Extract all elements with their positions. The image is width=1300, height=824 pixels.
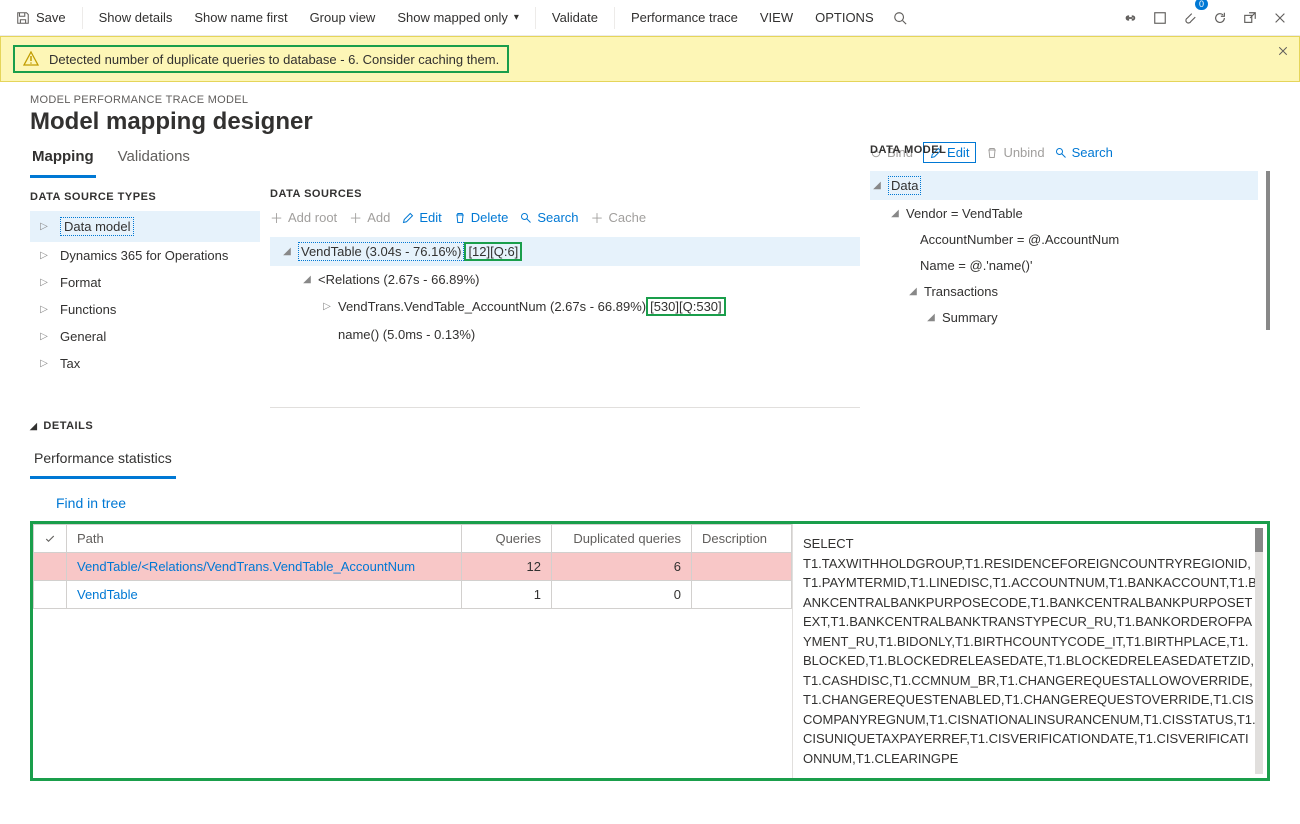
check-column[interactable] [34, 525, 67, 553]
ds-types-list: ▷Data model ▷Dynamics 365 for Operations… [30, 211, 260, 377]
dm-node-vendor[interactable]: ◢Vendor = VendTable [870, 200, 1258, 226]
col-path[interactable]: Path [67, 525, 462, 553]
ds-type-functions[interactable]: ▷Functions [30, 296, 260, 323]
badge-count: 0 [1195, 0, 1208, 10]
dm-tree: ◢Data ◢Vendor = VendTable AccountNumber … [870, 171, 1270, 330]
show-mapped-only-button[interactable]: Show mapped only▾ [387, 2, 529, 34]
page-title: Model mapping designer [30, 108, 1270, 136]
tree-node-vendtable[interactable]: ◢ VendTable (3.04s - 76.16%)[12][Q:6] [270, 237, 860, 266]
attachments-icon[interactable]: 0 [1176, 2, 1204, 34]
edit-button[interactable]: Edit [402, 210, 441, 225]
tab-validations[interactable]: Validations [116, 144, 192, 178]
group-view-button[interactable]: Group view [300, 2, 386, 34]
ds-type-data-model[interactable]: ▷Data model [30, 211, 260, 242]
collapse-icon[interactable]: ◢ [280, 246, 294, 257]
ds-search-button[interactable]: Search [520, 210, 578, 225]
col-dup[interactable]: Duplicated queries [552, 525, 692, 553]
row-path-link[interactable]: VendTable [77, 587, 138, 602]
popout-icon[interactable] [1236, 2, 1264, 34]
warning-bar: Detected number of duplicate queries to … [0, 36, 1300, 82]
show-details-button[interactable]: Show details [89, 2, 183, 34]
tree-node-name[interactable]: name() (5.0ms - 0.13%) [270, 321, 860, 347]
add-root-button[interactable]: ＋Add root [270, 208, 337, 227]
sql-text: SELECT T1.TAXWITHHOLDGROUP,T1.RESIDENCEF… [803, 534, 1257, 768]
expand-icon[interactable]: ▷ [320, 301, 334, 312]
dm-label: DATA MODEL [870, 144, 1270, 156]
search-icon[interactable] [886, 2, 914, 34]
performance-trace-button[interactable]: Performance trace [621, 2, 748, 34]
dm-node-summary[interactable]: ◢Summary [870, 304, 1258, 330]
ds-toolbar: ＋Add root ＋Add Edit Delete Search ＋Cache [270, 208, 860, 227]
search-icon [520, 212, 532, 224]
perf-table-block: Path Queries Duplicated queries Descript… [30, 521, 1270, 781]
add-button[interactable]: ＋Add [349, 208, 390, 227]
ds-types-label: DATA SOURCE TYPES [30, 191, 260, 203]
details-header[interactable]: ◢ DETAILS [30, 420, 1270, 432]
collapse-icon[interactable]: ◢ [300, 274, 314, 285]
link-icon[interactable] [1116, 2, 1144, 34]
sql-panel: SELECT T1.TAXWITHHOLDGROUP,T1.RESIDENCEF… [793, 524, 1267, 778]
dm-node-account[interactable]: AccountNumber = @.AccountNum [870, 226, 1258, 252]
office-icon[interactable] [1146, 2, 1174, 34]
tree-node-vendtrans[interactable]: ▷ VendTrans.VendTable_AccountNum (2.67s … [270, 292, 860, 321]
show-name-first-button[interactable]: Show name first [184, 2, 297, 34]
chevron-down-icon: ▾ [514, 12, 519, 23]
refresh-icon[interactable] [1206, 2, 1234, 34]
ds-type-format[interactable]: ▷Format [30, 269, 260, 296]
perf-tab[interactable]: Performance statistics [30, 440, 176, 479]
options-button[interactable]: OPTIONS [805, 2, 884, 34]
ds-type-tax[interactable]: ▷Tax [30, 350, 260, 377]
ds-type-d365[interactable]: ▷Dynamics 365 for Operations [30, 242, 260, 269]
scrollbar[interactable] [1255, 528, 1263, 774]
col-desc[interactable]: Description [692, 525, 792, 553]
tab-mapping[interactable]: Mapping [30, 144, 96, 178]
delete-button[interactable]: Delete [454, 210, 509, 225]
table-row[interactable]: VendTable/<Relations/VendTrans.VendTable… [34, 553, 792, 581]
ds-type-general[interactable]: ▷General [30, 323, 260, 350]
warning-text: Detected number of duplicate queries to … [49, 52, 499, 67]
scroll-thumb[interactable] [1255, 528, 1263, 552]
col-queries[interactable]: Queries [462, 525, 552, 553]
main-tabs: Mapping Validations [30, 144, 260, 179]
dm-node-data[interactable]: ◢Data [870, 171, 1258, 200]
close-icon[interactable] [1266, 2, 1294, 34]
ds-tree: ◢ VendTable (3.04s - 76.16%)[12][Q:6] ◢ … [270, 237, 860, 408]
save-button[interactable]: Save [6, 2, 76, 34]
find-in-tree-link[interactable]: Find in tree [30, 495, 126, 511]
ds-label: DATA SOURCES [270, 188, 860, 200]
breadcrumb: MODEL PERFORMANCE TRACE MODEL [30, 94, 1270, 106]
row-path-link[interactable]: VendTable/<Relations/VendTrans.VendTable… [77, 559, 415, 574]
cache-button[interactable]: ＋Cache [591, 208, 647, 227]
tree-node-relations[interactable]: ◢ <Relations (2.67s - 66.89%) [270, 266, 860, 292]
dm-node-trans[interactable]: ◢Transactions [870, 278, 1258, 304]
main-toolbar: Save Show details Show name first Group … [0, 0, 1300, 36]
view-button[interactable]: VIEW [750, 2, 803, 34]
table-row[interactable]: VendTable 1 0 [34, 581, 792, 609]
validate-button[interactable]: Validate [542, 2, 608, 34]
dm-node-name[interactable]: Name = @.'name()' [870, 252, 1258, 278]
perf-table: Path Queries Duplicated queries Descript… [33, 524, 792, 609]
warning-close-icon[interactable] [1277, 45, 1289, 57]
warning-icon [23, 51, 39, 67]
pencil-icon [402, 212, 414, 224]
trash-icon [454, 212, 466, 224]
